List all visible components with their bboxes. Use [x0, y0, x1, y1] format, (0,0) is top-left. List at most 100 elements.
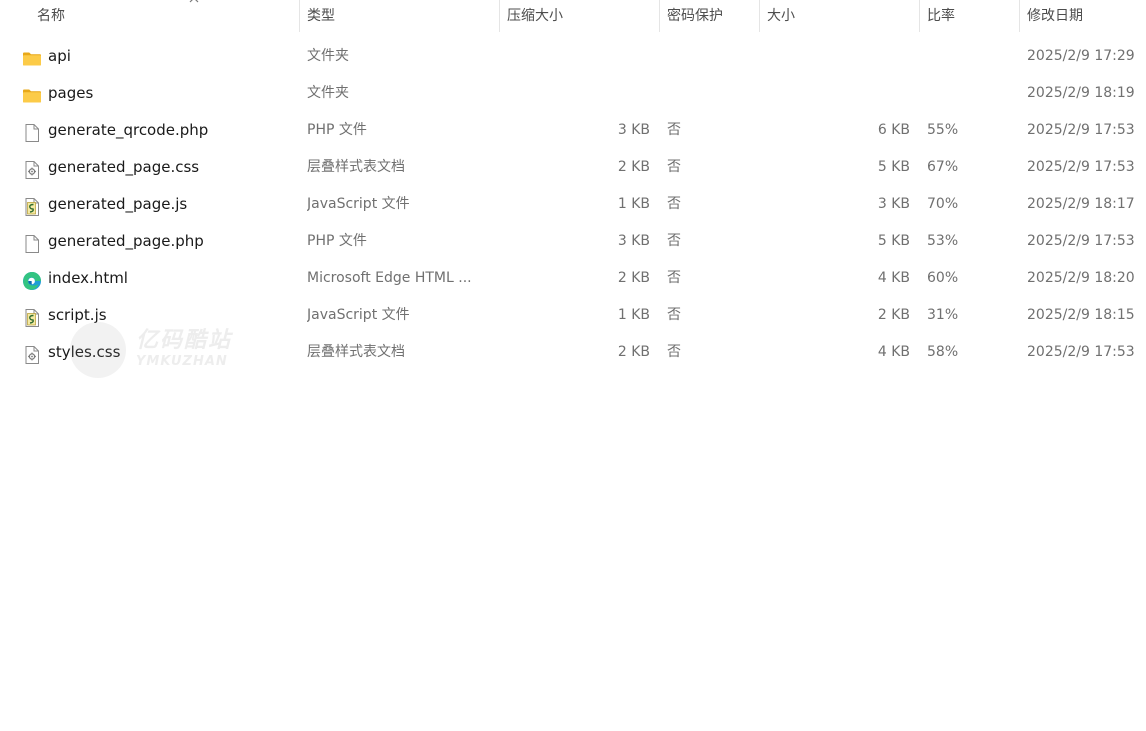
compressed-size: [500, 75, 650, 112]
file-type: Microsoft Edge HTML ...: [307, 270, 472, 286]
file-type: PHP 文件: [307, 122, 367, 138]
modified-date: 2025/2/9 18:17: [1027, 196, 1135, 212]
file-row[interactable]: styles.css 层叠样式表文档 2 KB 否 4 KB 58% 2025/2/9 17…: [0, 334, 1146, 371]
file-name-cell[interactable]: styles.css: [22, 334, 298, 371]
file-row[interactable]: generate_qrcode.php PHP 文件 3 KB 否 6 KB 55% 202…: [0, 112, 1146, 149]
compressed-size: [500, 38, 650, 75]
column-header-compressed-size[interactable]: 压缩大小: [500, 0, 660, 32]
modified-date: 2025/2/9 18:19: [1027, 85, 1135, 101]
compressed-size: 3 KB: [617, 122, 650, 138]
file-size: 5 KB: [877, 159, 910, 175]
password-protected: 否: [667, 159, 681, 175]
file-size: 5 KB: [877, 233, 910, 249]
file-type: JavaScript 文件: [307, 307, 410, 323]
compression-ratio: [927, 75, 1007, 112]
compressed-size: 2 KB: [617, 344, 650, 360]
folder-icon: [22, 83, 42, 103]
file-list: api 文件夹 2025/2/9 17:29 pages 文件夹 2025/2/9 18:…: [0, 38, 1146, 371]
file-name-cell[interactable]: script.js: [22, 297, 298, 334]
file-size: [760, 75, 910, 112]
modified-date: 2025/2/9 17:29: [1027, 48, 1135, 64]
file-name: generated_page.php: [48, 232, 204, 250]
compressed-size: 2 KB: [617, 270, 650, 286]
file-type: 层叠样式表文档: [307, 159, 405, 175]
file-name-cell[interactable]: generated_page.css: [22, 149, 298, 186]
column-header-bar: 名称 类型 压缩大小 密码保护 大小 比率 修改日期: [0, 0, 1146, 34]
file-name: index.html: [48, 269, 128, 287]
modified-date: 2025/2/9 17:53: [1027, 122, 1135, 138]
file-type: PHP 文件: [307, 233, 367, 249]
file-type: 文件夹: [307, 85, 349, 101]
file-size: 4 KB: [877, 270, 910, 286]
password-protected: [667, 75, 727, 112]
file-size: 6 KB: [877, 122, 910, 138]
file-type: 层叠样式表文档: [307, 344, 405, 360]
file-row[interactable]: pages 文件夹 2025/2/9 18:19: [0, 75, 1146, 112]
modified-date: 2025/2/9 18:15: [1027, 307, 1135, 323]
file-row[interactable]: generated_page.css 层叠样式表文档 2 KB 否 5 KB 67% 202…: [0, 149, 1146, 186]
compression-ratio: 55%: [927, 122, 959, 138]
column-header-name-label: 名称: [37, 8, 65, 24]
file-name: styles.css: [48, 343, 121, 361]
compressed-size: 1 KB: [617, 307, 650, 323]
modified-date: 2025/2/9 18:20: [1027, 270, 1135, 286]
compression-ratio: 67%: [927, 159, 959, 175]
password-protected: 否: [667, 196, 681, 212]
css-file-icon: [22, 342, 42, 364]
compression-ratio: 60%: [927, 270, 959, 286]
column-header-ratio[interactable]: 比率: [920, 0, 1020, 32]
column-header-modified[interactable]: 修改日期: [1020, 0, 1146, 32]
column-header-password[interactable]: 密码保护: [660, 0, 760, 32]
file-row[interactable]: api 文件夹 2025/2/9 17:29: [0, 38, 1146, 75]
column-header-size-label: 大小: [767, 8, 795, 24]
file-name: generate_qrcode.php: [48, 121, 209, 139]
file-row[interactable]: generated_page.js JavaScript 文件 1 KB 否 3 KB 7…: [0, 186, 1146, 223]
file-name: script.js: [48, 306, 107, 324]
blank-file-icon: [22, 231, 42, 253]
compression-ratio: 31%: [927, 307, 959, 323]
password-protected: 否: [667, 122, 681, 138]
modified-date: 2025/2/9 17:53: [1027, 159, 1135, 175]
file-name-cell[interactable]: api: [22, 38, 298, 75]
column-header-name[interactable]: 名称: [30, 0, 300, 32]
password-protected: [667, 38, 727, 75]
file-list-window: 名称 类型 压缩大小 密码保护 大小 比率 修改日期 api 文件夹 2025/…: [0, 0, 1146, 731]
file-row[interactable]: index.html Microsoft Edge HTML ... 2 KB 否 4 …: [0, 260, 1146, 297]
compression-ratio: 58%: [927, 344, 959, 360]
password-protected: 否: [667, 270, 681, 286]
css-file-icon: [22, 157, 42, 179]
file-size: 2 KB: [877, 307, 910, 323]
column-header-size[interactable]: 大小: [760, 0, 920, 32]
sort-ascending-icon: [189, 0, 199, 3]
file-name-cell[interactable]: index.html: [22, 260, 298, 297]
file-name: generated_page.js: [48, 195, 188, 213]
password-protected: 否: [667, 307, 681, 323]
modified-date: 2025/2/9 17:53: [1027, 233, 1135, 249]
compressed-size: 2 KB: [617, 159, 650, 175]
column-header-ratio-label: 比率: [927, 8, 955, 24]
file-size: [760, 38, 910, 75]
file-row[interactable]: script.js JavaScript 文件 1 KB 否 2 KB 31% 2025/2…: [0, 297, 1146, 334]
column-header-type[interactable]: 类型: [300, 0, 500, 32]
file-type: JavaScript 文件: [307, 196, 410, 212]
file-name-cell[interactable]: generate_qrcode.php: [22, 112, 298, 149]
column-header-compressed-size-label: 压缩大小: [507, 8, 563, 24]
column-header-password-label: 密码保护: [667, 8, 723, 24]
modified-date: 2025/2/9 17:53: [1027, 344, 1135, 360]
file-size: 4 KB: [877, 344, 910, 360]
file-row[interactable]: generated_page.php PHP 文件 3 KB 否 5 KB 53% 2025…: [0, 223, 1146, 260]
file-name: api: [48, 47, 71, 65]
password-protected: 否: [667, 344, 681, 360]
file-name-cell[interactable]: generated_page.js: [22, 186, 298, 223]
file-name: pages: [48, 84, 94, 102]
js-file-icon: [22, 305, 42, 327]
blank-file-icon: [22, 120, 42, 142]
file-name: generated_page.css: [48, 158, 200, 176]
compressed-size: 3 KB: [617, 233, 650, 249]
compressed-size: 1 KB: [617, 196, 650, 212]
file-name-cell[interactable]: generated_page.php: [22, 223, 298, 260]
file-type: 文件夹: [307, 48, 349, 64]
edge-icon: [22, 268, 42, 290]
folder-icon: [22, 46, 42, 66]
file-name-cell[interactable]: pages: [22, 75, 298, 112]
